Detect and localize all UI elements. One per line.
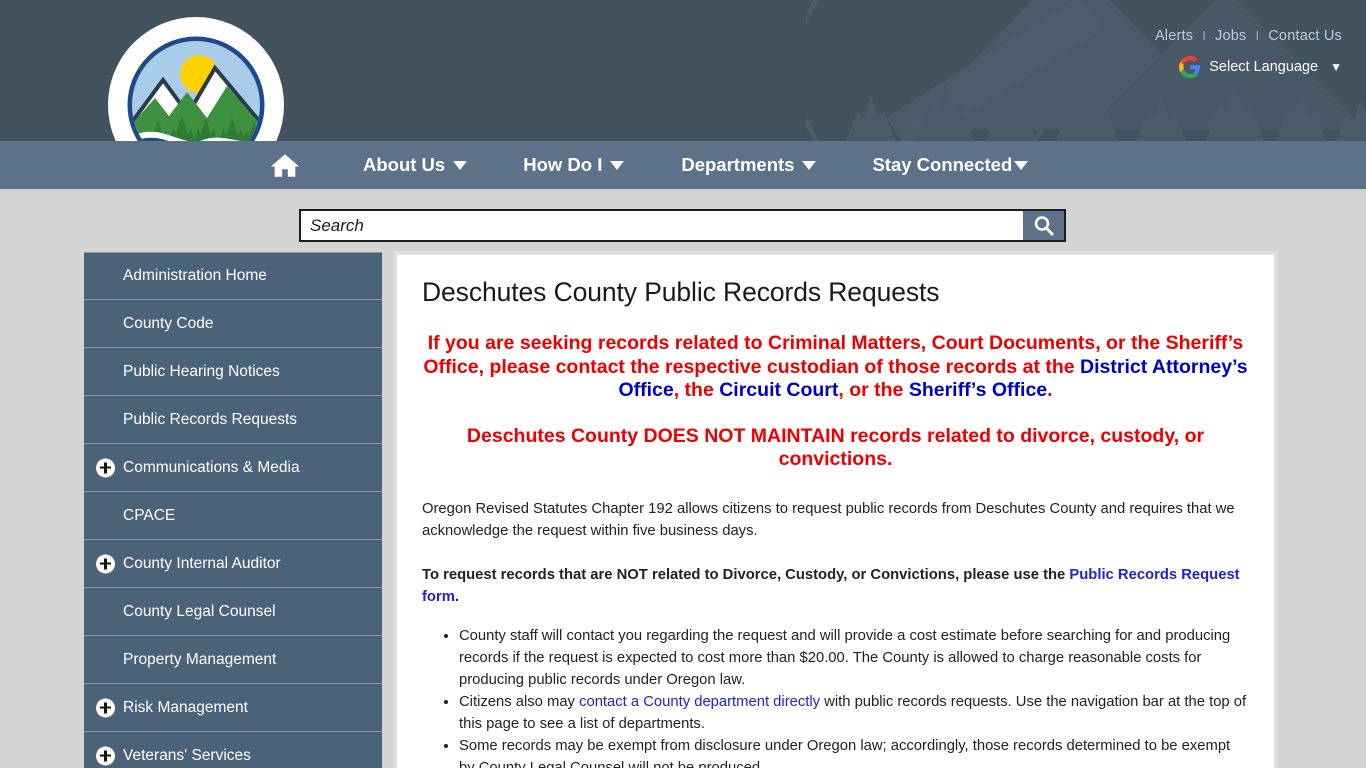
utility-link-jobs[interactable]: Jobs xyxy=(1215,28,1246,44)
chevron-down-icon xyxy=(802,160,817,170)
magnifier-icon xyxy=(1034,215,1053,235)
sidebar-item-label: CPACE xyxy=(123,506,176,524)
home-icon xyxy=(270,153,300,177)
alert1-link-circuit-court[interactable]: Circuit Court xyxy=(719,379,838,401)
search-submit-button[interactable] xyxy=(1023,211,1064,240)
utility-links: Alerts I Jobs I Contact Us xyxy=(1155,28,1342,44)
page-title: Deschutes County Public Records Requests xyxy=(422,277,940,307)
sidebar-item-property-management[interactable]: Property Management xyxy=(84,636,382,684)
sidebar-item-label: County Code xyxy=(123,314,214,332)
sidebar-item-cpace[interactable]: CPACE xyxy=(84,492,382,540)
utility-link-alerts[interactable]: Alerts xyxy=(1155,28,1193,44)
site-header: Alerts I Jobs I Contact Us Select Language ▼ xyxy=(0,0,1366,141)
intro-paragraph: Oregon Revised Statutes Chapter 192 allo… xyxy=(422,500,1235,539)
plus-icon[interactable] xyxy=(96,698,115,717)
county-seal-icon: DESCHUTES COUNTY xyxy=(95,0,284,141)
search-box xyxy=(299,209,1066,242)
google-g-icon xyxy=(1179,56,1201,78)
plus-icon[interactable] xyxy=(96,458,115,477)
search-input[interactable] xyxy=(301,211,1023,240)
nav-home-link[interactable] xyxy=(270,152,300,179)
alert1-seg3: , or the xyxy=(838,379,909,401)
para2-seg2: . xyxy=(454,588,460,605)
sidebar-item-label: Risk Management xyxy=(123,698,248,716)
nav-item-stay-connected[interactable]: Stay Connected xyxy=(872,154,1029,176)
info-bullet-list: County staff will contact you regarding … xyxy=(422,625,1249,768)
contact-department-link[interactable]: contact a County department directly xyxy=(579,694,820,710)
sidebar-item-label: Veterans' Services xyxy=(123,746,251,764)
chevron-down-icon xyxy=(453,160,468,170)
list-item: Some records may be exempt from disclosu… xyxy=(459,735,1249,768)
bullet2-seg1: Citizens also may xyxy=(459,693,580,710)
request-form-paragraph: To request records that are NOT related … xyxy=(422,564,1249,608)
chevron-down-icon: ▼ xyxy=(1330,60,1342,74)
nav-item-about-us-label: About Us xyxy=(363,154,446,175)
plus-icon[interactable] xyxy=(96,554,115,573)
nav-item-departments[interactable]: Departments xyxy=(681,154,817,176)
nav-item-departments-label: Departments xyxy=(681,154,795,175)
does-not-maintain-alert: Deschutes County DOES NOT MAINTAIN recor… xyxy=(466,424,1205,471)
criminal-records-alert: If you are seeking records related to Cr… xyxy=(422,332,1249,403)
utility-separator-2: I xyxy=(1255,28,1260,43)
sidebar-nav: Administration Home County Code Public H… xyxy=(84,252,382,768)
main-content-panel: Deschutes County Public Records Requests… xyxy=(396,254,1275,768)
sidebar-item-county-internal-auditor[interactable]: County Internal Auditor xyxy=(84,540,382,588)
sidebar-item-label: County Legal Counsel xyxy=(123,602,276,620)
sidebar-item-label: Public Hearing Notices xyxy=(123,362,280,380)
main-navigation: About Us How Do I Departments Stay Conne… xyxy=(0,141,1366,189)
sidebar-item-label: Public Records Requests xyxy=(123,410,298,428)
chevron-down-icon xyxy=(1014,160,1029,170)
sidebar-item-county-code[interactable]: County Code xyxy=(84,300,382,348)
para2-seg1: To request records that are NOT related … xyxy=(422,566,1070,583)
sidebar-item-label: County Internal Auditor xyxy=(123,554,281,572)
list-item: Citizens also may contact a County depar… xyxy=(459,691,1249,735)
bullet1-text: County staff will contact you regarding … xyxy=(459,627,1231,688)
sidebar-item-public-records-requests[interactable]: Public Records Requests xyxy=(84,396,382,444)
list-item: County staff will contact you regarding … xyxy=(459,625,1249,691)
county-logo[interactable]: DESCHUTES COUNTY xyxy=(95,0,289,141)
sidebar-item-administration-home[interactable]: Administration Home xyxy=(84,252,382,300)
plus-icon[interactable] xyxy=(96,746,115,765)
alert1-seg4: . xyxy=(1047,379,1053,401)
sidebar-item-label: Property Management xyxy=(123,650,277,668)
nav-item-how-do-i-label: How Do I xyxy=(523,154,603,175)
chevron-down-icon xyxy=(610,160,625,170)
sidebar-item-public-hearing-notices[interactable]: Public Hearing Notices xyxy=(84,348,382,396)
alert1-seg2: , the xyxy=(673,379,720,401)
page-body: Administration Home County Code Public H… xyxy=(0,249,1366,768)
language-selector[interactable]: Select Language ▼ xyxy=(1179,56,1342,78)
nav-item-how-do-i[interactable]: How Do I xyxy=(523,154,625,176)
sidebar-item-label: Administration Home xyxy=(123,267,267,284)
utility-separator-1: I xyxy=(1202,28,1207,43)
nav-item-about-us[interactable]: About Us xyxy=(363,154,468,176)
sidebar-item-veterans-services[interactable]: Veterans' Services xyxy=(84,732,382,768)
sidebar-item-county-legal-counsel[interactable]: County Legal Counsel xyxy=(84,588,382,636)
language-label: Select Language xyxy=(1209,59,1319,75)
utility-link-contact-us[interactable]: Contact Us xyxy=(1268,28,1342,44)
nav-item-stay-connected-label: Stay Connected xyxy=(872,154,1013,175)
sidebar-item-label: Communications & Media xyxy=(123,458,300,476)
alert1-link-sheriffs-office[interactable]: Sheriff’s Office xyxy=(909,379,1047,401)
bullet3-text: Some records may be exempt from disclosu… xyxy=(459,737,1231,768)
sidebar-item-risk-management[interactable]: Risk Management xyxy=(84,684,382,732)
sidebar-item-communications-media[interactable]: Communications & Media xyxy=(84,444,382,492)
